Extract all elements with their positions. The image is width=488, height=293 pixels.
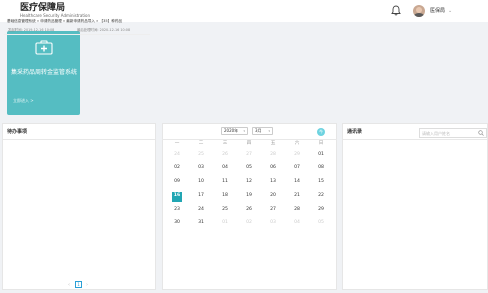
calendar-day[interactable]: 11 [218,179,232,185]
todo-divider [3,139,155,140]
address-book-divider [343,139,487,140]
address-search-box [419,128,487,138]
calendar-day[interactable]: 01 [314,152,328,158]
calendar-day[interactable]: 27 [266,207,280,213]
calendar-day[interactable]: 07 [290,165,304,171]
bell-icon[interactable] [391,5,401,16]
weekday-header: 二 [198,141,204,146]
app-subtitle: Healthcare Security Administration [20,13,91,18]
weekday-header: 一 [174,141,180,146]
medical-kit-icon [35,40,53,55]
calendar-day[interactable]: 24 [170,152,184,158]
tile-title[interactable]: 集采药品周转金监管系统 [10,68,78,77]
calendar-day[interactable]: 15 [314,179,328,185]
calendar-day[interactable]: 16 [170,193,184,199]
weekday-header: 日 [318,141,324,146]
weekday-header: 六 [294,141,300,146]
calendar-day[interactable]: 02 [242,220,256,226]
calendar-day[interactable]: 05 [314,220,328,226]
calendar-day[interactable]: 05 [242,165,256,171]
calendar-day[interactable]: 29 [290,152,304,158]
calendar-day[interactable]: 28 [266,152,280,158]
calendar-day[interactable]: 06 [266,165,280,171]
calendar-day[interactable]: 03 [266,220,280,226]
calendar-day[interactable]: 27 [242,152,256,158]
todo-row-divider [4,34,150,35]
calendar-day[interactable]: 04 [290,220,304,226]
calendar-day[interactable]: 21 [290,193,304,199]
calendar-divider [162,139,337,140]
year-select-arrow-icon: ▾ [243,129,245,133]
calendar-day[interactable]: 04 [218,165,232,171]
calendar-day[interactable]: 02 [170,165,184,171]
calendar-day[interactable]: 31 [194,220,208,226]
user-name[interactable]: 医保局 [430,8,445,14]
weekday-header: 三 [222,141,228,146]
calendar-day[interactable]: 12 [242,179,256,185]
pagination-next[interactable]: › [86,282,88,288]
calendar-day[interactable]: 20 [266,193,280,199]
calendar-day[interactable]: 25 [194,152,208,158]
address-book-panel: 通讯录 [342,123,488,290]
chevron-down-icon[interactable]: ⌄ [448,8,452,14]
calendar-day[interactable]: 03 [194,165,208,171]
calendar-day[interactable]: 08 [314,165,328,171]
calendar-day[interactable]: 26 [218,152,232,158]
calendar-day[interactable]: 22 [314,193,328,199]
weekday-header: 五 [270,141,276,146]
todo-title: 待办事项 [7,129,28,135]
month-select[interactable]: 3月 ▾ [252,127,273,135]
todo-panel: 待办事项 [2,123,156,290]
pagination-prev[interactable]: ‹ [68,282,70,288]
calendar-day[interactable]: 18 [218,193,232,199]
calendar-day[interactable]: 29 [314,207,328,213]
year-select[interactable]: 2020年 ▾ [221,127,248,135]
year-select-value: 2020年 [224,128,239,133]
calendar-day[interactable]: 14 [290,179,304,185]
calendar-day[interactable]: 24 [194,207,208,213]
address-book-title: 通讯录 [347,129,363,135]
calendar-day[interactable]: 13 [266,179,280,185]
calendar-day[interactable]: 23 [170,207,184,213]
todo-item-created: 发起时间: 2019-12-16 10:08 [8,28,55,32]
calendar-day[interactable]: 26 [242,207,256,213]
today-button[interactable]: 今 [317,128,325,136]
app-title: 医疗保障局 [20,3,66,13]
avatar[interactable] [413,5,425,17]
weekday-header: 四 [246,141,252,146]
calendar-day[interactable]: 10 [194,179,208,185]
address-search-input[interactable] [422,130,478,137]
month-select-value: 3月 [255,128,262,133]
calendar-day[interactable]: 30 [170,220,184,226]
calendar-day[interactable]: 09 [170,179,184,185]
todo-item-text[interactable]: 基础信息管理系统 » 申请药品管理 » 最新申请药品导入 » 【35】种药品 [7,19,122,24]
calendar-day[interactable]: 01 [218,220,232,226]
tile-enter-link[interactable]: 立即进入 > [13,98,34,103]
calendar-day[interactable]: 28 [290,207,304,213]
search-icon[interactable] [478,130,484,136]
todo-item-deadline: 最后处理时间: 2020-12-16 10:08 [77,28,131,32]
calendar-day[interactable]: 19 [242,193,256,199]
month-select-arrow-icon: ▾ [268,129,270,133]
pagination-page[interactable]: 1 [75,281,82,288]
calendar-day[interactable]: 17 [194,193,208,199]
calendar-day[interactable]: 25 [218,207,232,213]
